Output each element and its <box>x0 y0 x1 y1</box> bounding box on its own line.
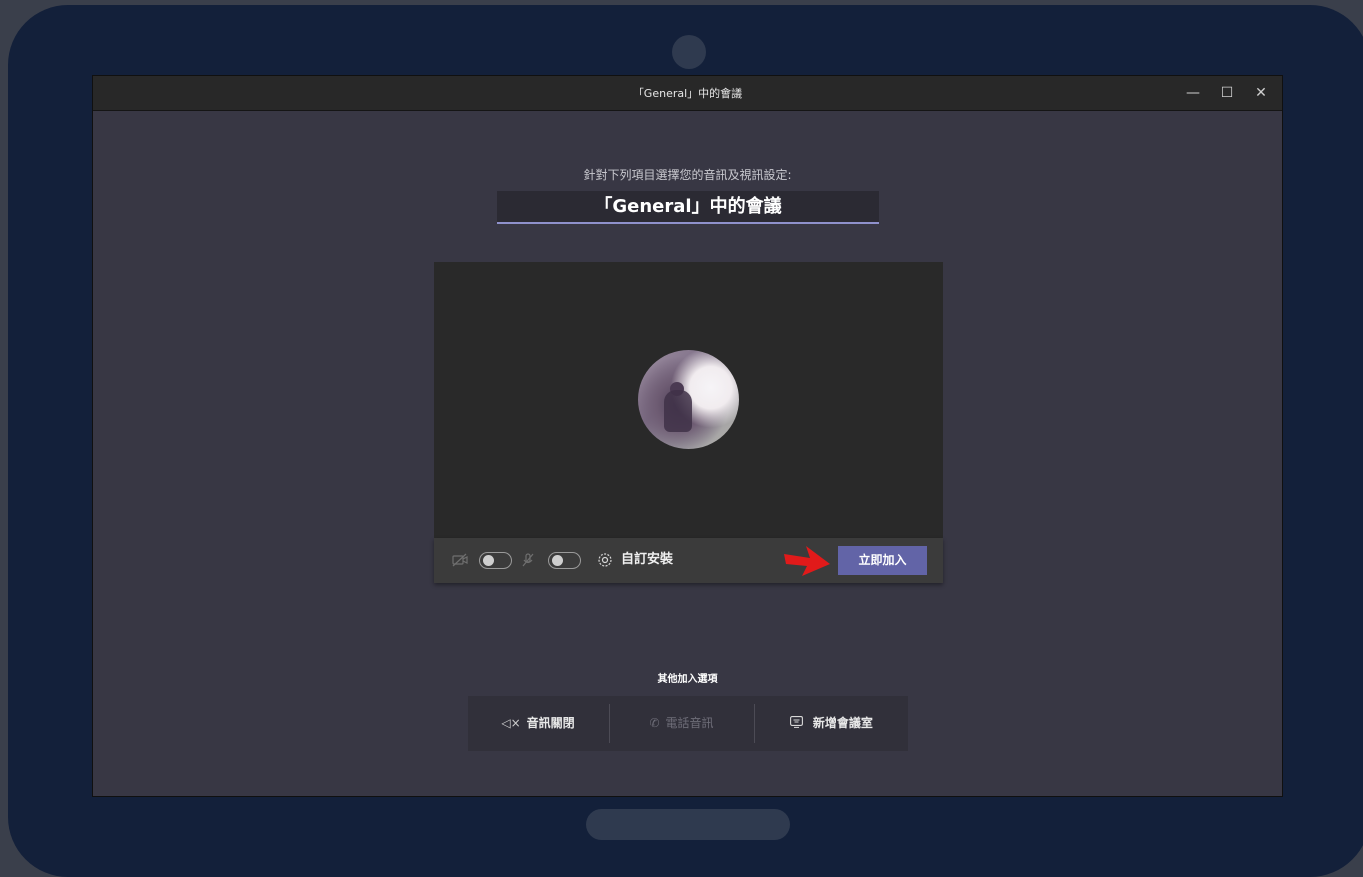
video-preview <box>434 262 943 538</box>
avatar <box>638 350 739 449</box>
maximize-button[interactable]: ☐ <box>1210 76 1244 111</box>
close-button[interactable]: ✕ <box>1244 76 1278 111</box>
mic-toggle[interactable] <box>548 552 581 569</box>
speaker-muted-icon: ◁× <box>501 716 521 730</box>
join-now-button[interactable]: 立即加入 <box>838 546 927 575</box>
audio-off-option[interactable]: ◁× 音訊關閉 <box>468 696 608 751</box>
camera-toggle[interactable] <box>479 552 512 569</box>
red-arrow-icon <box>784 546 830 576</box>
add-room-option[interactable]: 新增會議室 <box>755 696 908 751</box>
room-display-icon <box>790 716 807 730</box>
avatar-figure <box>664 390 692 432</box>
meeting-window: 「General」中的會議 — ☐ ✕ 針對下列項目選擇您的音訊及視訊設定: 「… <box>92 75 1283 797</box>
camera-off-icon <box>452 552 468 568</box>
phone-audio-label: 電話音訊 <box>665 716 714 730</box>
device-camera <box>672 35 706 69</box>
mic-toggle-knob <box>552 555 563 566</box>
settings-prompt: 針對下列項目選擇您的音訊及視訊設定: <box>583 168 792 182</box>
meeting-name-field[interactable]: 「General」中的會議 <box>497 191 879 224</box>
other-join-options-title: 其他加入選項 <box>657 674 718 685</box>
device-home-bar <box>586 809 790 840</box>
add-room-label: 新增會議室 <box>812 716 873 730</box>
phone-audio-option: ✆ 電話音訊 <box>610 696 753 751</box>
phone-icon: ✆ <box>649 716 660 730</box>
minimize-button[interactable]: — <box>1176 76 1210 111</box>
custom-setup-label[interactable]: 自訂安裝 <box>621 551 673 569</box>
gear-icon[interactable] <box>597 552 613 568</box>
title-bar: 「General」中的會議 — ☐ ✕ <box>93 76 1282 111</box>
window-title: 「General」中的會議 <box>632 87 743 100</box>
mic-off-icon <box>520 552 536 568</box>
camera-toggle-knob <box>483 555 494 566</box>
other-join-options-panel: ◁× 音訊關閉 ✆ 電話音訊 新增會議室 <box>468 696 908 751</box>
audio-off-label: 音訊關閉 <box>526 716 575 730</box>
device-controls-bar: 自訂安裝 立即加入 <box>434 538 943 583</box>
